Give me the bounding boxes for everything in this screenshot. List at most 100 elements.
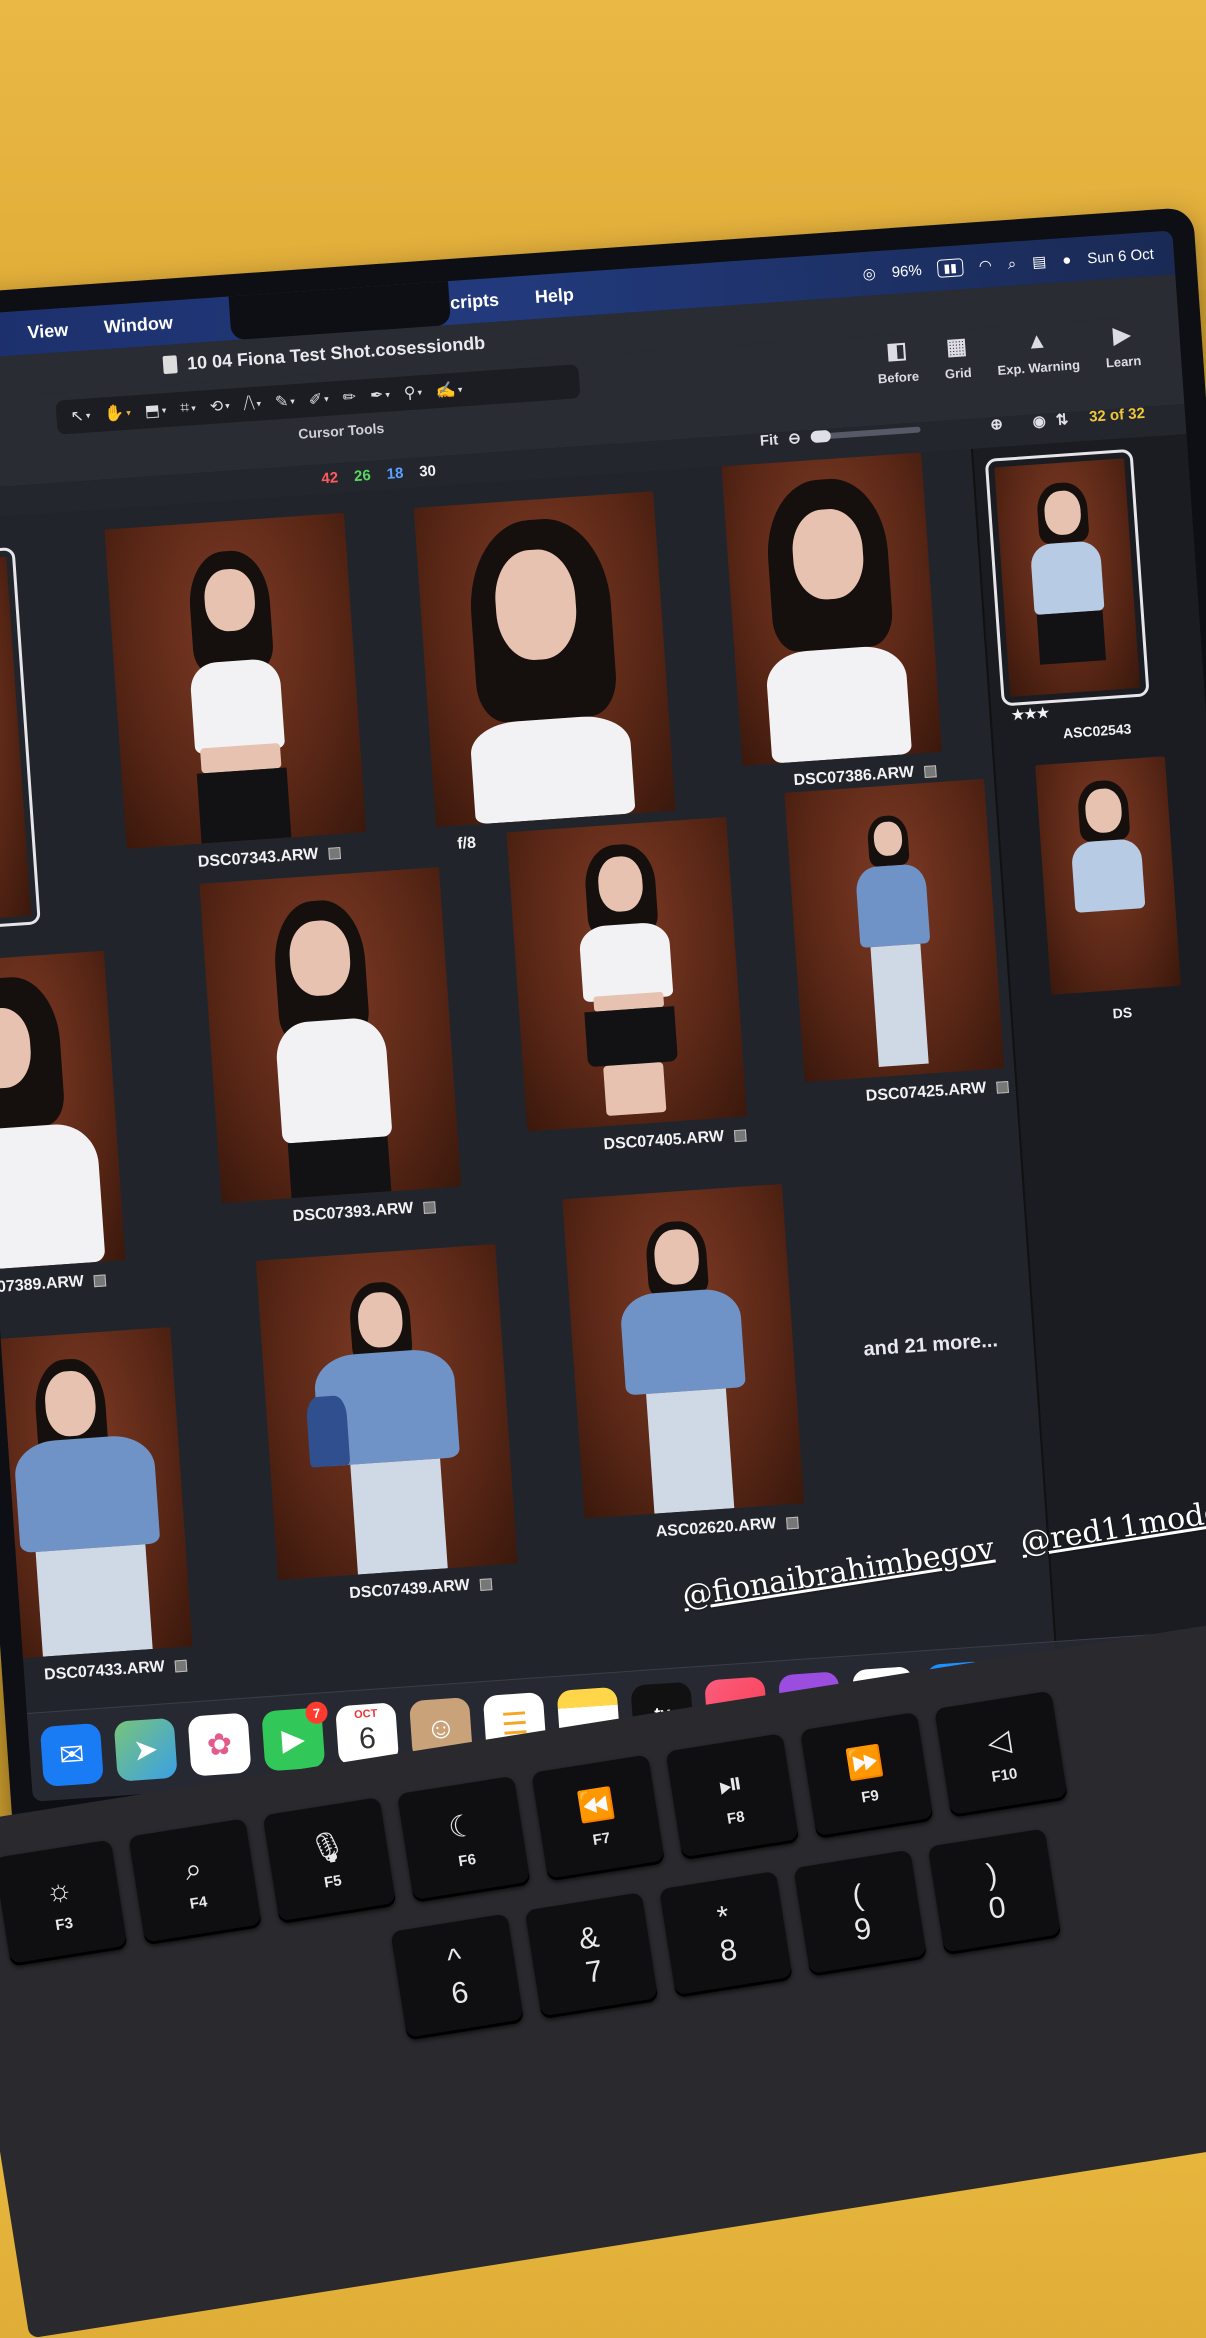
battery-icon[interactable]: ▮▮ [937,258,964,278]
photo[interactable] [0,547,43,934]
viewer-filename: DS [1112,1004,1133,1022]
key-label: F8 [725,1807,746,1828]
draw-mask-tool-icon[interactable]: ✒ ▾ [369,384,390,405]
key-9[interactable]: (9 [793,1849,928,1977]
key-label: 9 [852,1911,874,1948]
rotate-tool-icon[interactable]: ⟲ ▾ [209,396,230,417]
photo[interactable] [104,512,367,849]
search-icon[interactable]: ⌕ [1007,255,1017,273]
thumbnail-filename: DSC07439.ARW [349,1575,493,1603]
key-label: F7 [591,1829,612,1850]
key-shift-label: ) [984,1857,1000,1892]
learn-button[interactable]: ▶ Learn [1103,317,1142,371]
photos-icon[interactable]: ✿ [187,1712,252,1777]
maps-icon[interactable]: ➤ [113,1717,178,1782]
key-label: F6 [457,1850,478,1871]
key-f3[interactable]: ☼ F3 [0,1839,128,1967]
dictation-icon: 🎙 [306,1828,349,1868]
model-figure [2,1353,172,1658]
key-f8[interactable]: ⏯ F8 [665,1733,800,1861]
control-center-icon[interactable]: ▤ [1032,252,1047,271]
key-f5[interactable]: 🎙 F5 [262,1797,397,1925]
photo[interactable] [721,452,943,766]
key-shift-label: & [576,1920,602,1957]
photo[interactable] [0,1327,193,1660]
key-7[interactable]: & 7 [524,1892,659,2020]
menu-window[interactable]: Window [85,311,191,339]
model-figure [846,813,943,1068]
photo[interactable] [506,816,747,1132]
zoom-slider[interactable] [810,426,921,444]
viewer-photo[interactable] [984,449,1151,707]
keystone-tool-icon[interactable]: ⧸⧹ ▾ [243,394,262,413]
key-f6[interactable]: ☾ F6 [396,1775,531,1903]
key-label: F4 [188,1892,209,1913]
eraser-tool-icon[interactable]: ✏ [342,387,357,408]
mail-icon[interactable]: ✉ [39,1722,104,1787]
eyedropper-tool-icon[interactable]: ⚲ ▾ [403,382,423,403]
display: mera View Window Scripts Help ◎ 96% ▮▮ ◠… [0,230,1206,1802]
key-f10[interactable]: ◁ F10 [934,1690,1069,1818]
crop-tool-icon[interactable]: ⬒ ▾ [144,400,167,421]
document-icon [162,355,178,375]
model-figure [1016,480,1120,686]
picker-tool-icon[interactable]: ✎ ▾ [274,391,295,412]
key-label: 0 [986,1890,1009,1926]
zoom-slider-knob[interactable] [810,429,832,444]
browser-grid: RW DSC07343.ARW [0,449,1061,1802]
photo[interactable] [255,1244,518,1581]
select-tool-icon[interactable]: ↖ ▾ [70,405,91,426]
zoom-in-icon[interactable]: ⊕ [990,415,1004,434]
blue-count[interactable]: 18 [386,465,404,483]
key-8[interactable]: * 8 [659,1870,793,1999]
facetime-icon[interactable]: ▶ 7 [261,1700,329,1772]
model-figure [156,546,316,845]
photo[interactable] [562,1183,805,1519]
green-count[interactable]: 26 [353,467,371,485]
key-f4[interactable]: ⌕ F4 [128,1818,263,1946]
key-0[interactable]: ) 0 [927,1828,1062,1956]
pan-tool-icon[interactable]: ✋ ▾ [104,403,132,425]
model-figure [445,513,645,825]
moon-icon: ☾ [446,1808,478,1846]
key-shift-label: * [714,1900,732,1935]
sort-icon[interactable]: ⇅ [1055,410,1069,429]
key-label: F3 [54,1914,75,1934]
siri-icon[interactable]: ● [1062,251,1072,269]
wifi-icon[interactable]: ◠ [978,256,992,275]
key-label: F5 [322,1872,343,1892]
photo[interactable] [199,867,462,1204]
zoom-out-icon[interactable]: ⊖ [788,429,802,448]
creative-cloud-icon[interactable]: ◎ [862,264,876,283]
more-items-label[interactable]: and 21 more... [863,1329,999,1361]
key-f7[interactable]: ⏪ F7 [531,1754,666,1882]
thumbnail-filename: ASC02620.ARW [655,1514,799,1542]
clock[interactable]: Sun 6 Oct [1087,245,1155,267]
model-figure [298,1277,478,1577]
photo[interactable] [413,491,676,828]
viewer-photo[interactable] [1035,756,1181,995]
key-6[interactable]: ^ 6 [390,1913,525,2041]
learn-label: Learn [1105,352,1142,371]
red-count[interactable]: 42 [321,469,339,487]
photo[interactable] [784,778,1005,1083]
grid-label: Grid [944,364,973,382]
fit-label[interactable]: Fit [759,431,778,449]
annotate-tool-icon[interactable]: ✍ ▾ [435,379,463,401]
photo[interactable] [0,950,126,1272]
menu-help[interactable]: Help [516,283,592,309]
key-f9[interactable]: ⏩ F9 [799,1711,934,1840]
exposure-warning-button[interactable]: ▲ Exp. Warning [995,321,1080,378]
brightness-icon: ☼ [42,1871,76,1909]
brush-tool-icon[interactable]: ✐ ▾ [308,389,329,410]
grid-button[interactable]: ▦ Grid [942,329,972,382]
before-after-button[interactable]: ◧ Before [875,333,919,386]
menu-view[interactable]: View [9,318,87,344]
eye-icon[interactable]: ◉ [1032,412,1046,431]
thumbnail-filename: DSC07425.ARW [865,1078,1009,1106]
key-label: F10 [990,1765,1019,1786]
viewer-rating[interactable]: ★★★ [1011,704,1050,724]
total-count[interactable]: 30 [419,462,437,480]
rating-counts: 42 26 18 30 [321,462,437,487]
crop2-tool-icon[interactable]: ⌗ ▾ [180,399,197,418]
